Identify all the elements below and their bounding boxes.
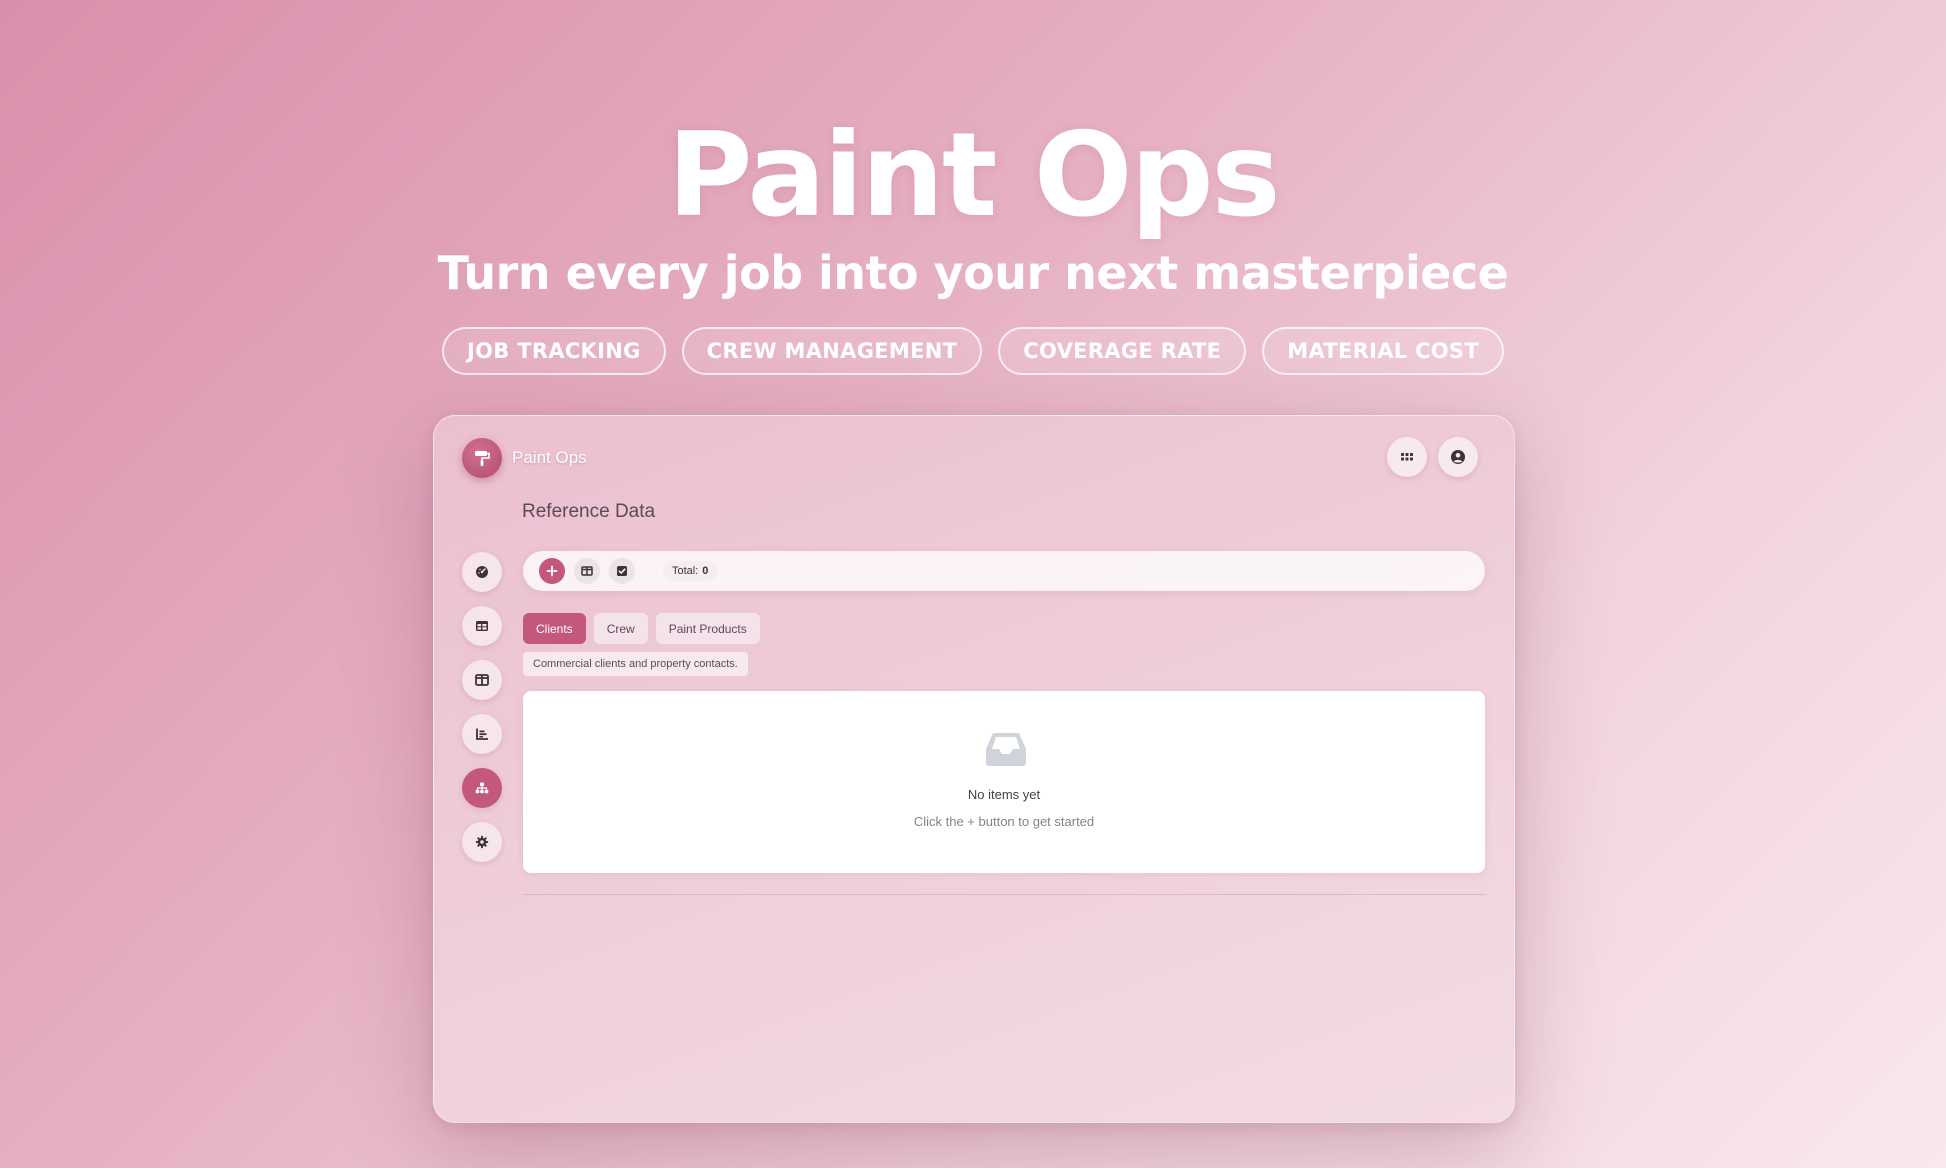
sidebar-item-dashboard[interactable] bbox=[462, 552, 502, 592]
sidebar-item-columns[interactable] bbox=[462, 660, 502, 700]
sidebar bbox=[462, 552, 502, 876]
empty-state-panel: No items yet Click the + button to get s… bbox=[523, 691, 1485, 873]
feature-pills: JOB TRACKING CREW MANAGEMENT COVERAGE RA… bbox=[0, 327, 1946, 375]
tab-clients[interactable]: Clients bbox=[523, 613, 586, 644]
page-title: Reference Data bbox=[522, 501, 656, 522]
tab-paint-products[interactable]: Paint Products bbox=[655, 613, 760, 644]
tab-crew[interactable]: Crew bbox=[593, 613, 648, 644]
total-label: Total: bbox=[672, 565, 699, 577]
app-logo[interactable] bbox=[462, 438, 502, 478]
hierarchy-icon bbox=[475, 782, 489, 794]
hero-subtitle: Turn every job into your next masterpiec… bbox=[437, 246, 1509, 300]
user-account-button[interactable] bbox=[1438, 437, 1478, 477]
select-button[interactable] bbox=[609, 558, 635, 584]
inbox-icon bbox=[986, 733, 1026, 766]
sidebar-item-table[interactable] bbox=[462, 606, 502, 646]
layout-button[interactable] bbox=[574, 558, 600, 584]
columns-icon bbox=[475, 674, 489, 686]
feature-pill-crew-management: CREW MANAGEMENT bbox=[681, 327, 983, 375]
columns-icon bbox=[581, 566, 593, 576]
empty-state-hint: Click the + button to get started bbox=[913, 814, 1095, 829]
user-account-icon bbox=[1451, 450, 1465, 464]
chart-icon bbox=[476, 728, 488, 740]
feature-pill-material-cost: MATERIAL COST bbox=[1262, 327, 1504, 375]
sidebar-item-settings[interactable] bbox=[462, 822, 502, 862]
total-badge: Total: 0 bbox=[663, 561, 718, 581]
sidebar-item-chart[interactable] bbox=[462, 714, 502, 754]
sidebar-item-hierarchy[interactable] bbox=[462, 768, 502, 808]
hero-title: Paint Ops bbox=[667, 108, 1280, 243]
toolbar: Total: 0 bbox=[523, 551, 1485, 591]
empty-state-title: No items yet bbox=[967, 787, 1041, 802]
feature-pill-job-tracking: JOB TRACKING bbox=[442, 327, 666, 375]
table-icon bbox=[476, 621, 488, 631]
total-value: 0 bbox=[702, 565, 709, 577]
tab-description: Commercial clients and property contacts… bbox=[523, 652, 748, 676]
apps-grid-icon bbox=[1401, 453, 1413, 461]
paint-roller-icon bbox=[475, 451, 490, 466]
plus-icon bbox=[546, 565, 558, 577]
feature-pill-coverage-rate: COVERAGE RATE bbox=[998, 327, 1247, 375]
add-button[interactable] bbox=[539, 558, 565, 584]
tabs: Clients Crew Paint Products bbox=[523, 613, 760, 644]
apps-grid-button[interactable] bbox=[1387, 437, 1427, 477]
dashboard-gauge-icon bbox=[476, 566, 488, 578]
app-name: Paint Ops bbox=[512, 448, 587, 467]
app-window: Paint Ops Reference Data Total: 0 Client… bbox=[433, 415, 1515, 1123]
checkbox-icon bbox=[617, 566, 627, 576]
gear-icon bbox=[475, 835, 489, 849]
divider bbox=[523, 894, 1485, 895]
